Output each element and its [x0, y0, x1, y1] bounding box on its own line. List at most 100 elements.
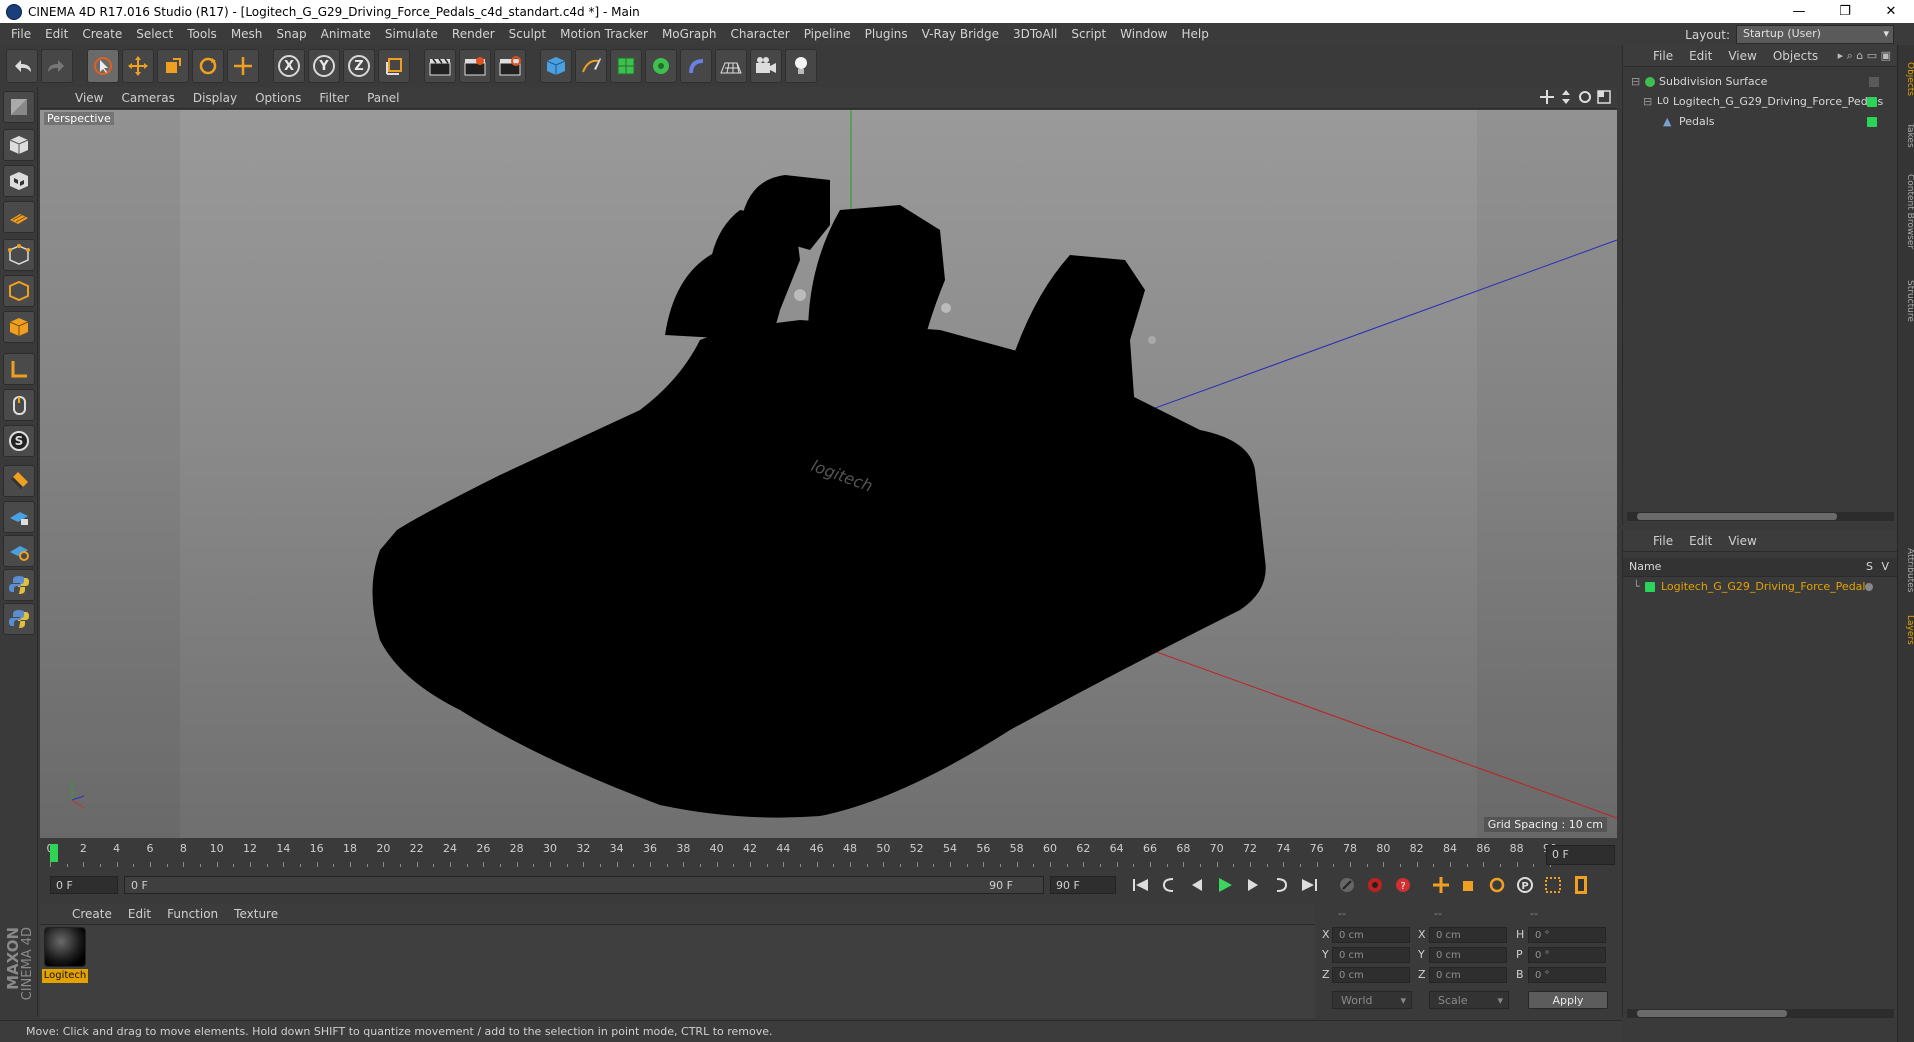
position-y-field[interactable]: 0 cm — [1332, 947, 1410, 963]
tab-layers[interactable]: Layers — [1898, 605, 1914, 655]
previous-key-button[interactable] — [1156, 873, 1182, 897]
tab-objects[interactable]: Objects — [1898, 49, 1914, 109]
viewport-menu-panel[interactable]: Panel — [358, 91, 408, 105]
position-x-field[interactable]: 0 cm — [1332, 927, 1410, 943]
rotation-h-field[interactable]: 0 ° — [1528, 927, 1606, 943]
python-script-button-1[interactable] — [3, 569, 35, 601]
layers-menu-view[interactable]: View — [1720, 534, 1764, 548]
key-position-button[interactable] — [1428, 873, 1454, 897]
add-light-button[interactable] — [785, 49, 817, 83]
menu-file[interactable]: File — [4, 27, 38, 41]
timeline-end-field[interactable]: 0 F — [1546, 845, 1615, 865]
axis-mode-button[interactable] — [3, 353, 35, 385]
menu-snap[interactable]: Snap — [269, 27, 313, 41]
layer-row[interactable]: └ Logitech_G_G29_Driving_Force_Pedals — [1623, 578, 1897, 596]
viewport-menu-view[interactable]: View — [66, 91, 112, 105]
playhead[interactable] — [50, 844, 58, 862]
x-axis-button[interactable]: X — [273, 49, 305, 83]
material-menu-texture[interactable]: Texture — [226, 907, 286, 921]
max-frame-field[interactable]: 90 F — [1050, 876, 1116, 894]
apply-button[interactable]: Apply — [1528, 991, 1608, 1009]
menu-sculpt[interactable]: Sculpt — [502, 27, 553, 41]
maximize-view-icon[interactable] — [1597, 90, 1611, 104]
solo-mode-button[interactable]: S — [3, 425, 35, 457]
menu-window[interactable]: Window — [1113, 27, 1174, 41]
texture-mode-button[interactable] — [3, 165, 35, 197]
scale-tool-button[interactable] — [157, 49, 189, 83]
menu-character[interactable]: Character — [723, 27, 796, 41]
record-keys-button[interactable] — [1334, 873, 1360, 897]
objects-horizontal-scrollbar[interactable] — [1627, 512, 1894, 521]
points-mode-button[interactable] — [3, 239, 35, 271]
viewport-menu-display[interactable]: Display — [184, 91, 246, 105]
rotation-b-field[interactable]: 0 ° — [1528, 967, 1606, 983]
add-floor-button[interactable] — [715, 49, 747, 83]
objects-menu-view[interactable]: View — [1720, 49, 1764, 63]
layers-menu-edit[interactable]: Edit — [1681, 534, 1720, 548]
next-frame-button[interactable] — [1240, 873, 1266, 897]
edges-mode-button[interactable] — [3, 275, 35, 307]
menu-plugins[interactable]: Plugins — [858, 27, 915, 41]
transform-tool-button[interactable] — [227, 49, 259, 83]
material-menu-function[interactable]: Function — [159, 907, 226, 921]
material-menu-edit[interactable]: Edit — [120, 907, 159, 921]
menu-motion-tracker[interactable]: Motion Tracker — [553, 27, 655, 41]
menu-simulate[interactable]: Simulate — [378, 27, 445, 41]
key-rotation-button[interactable] — [1484, 873, 1510, 897]
next-key-button[interactable] — [1268, 873, 1294, 897]
workplane-mode-button[interactable] — [3, 201, 35, 233]
viewport-menu-filter[interactable]: Filter — [310, 91, 358, 105]
add-cube-button[interactable] — [540, 49, 572, 83]
menu-render[interactable]: Render — [445, 27, 502, 41]
add-camera-button[interactable] — [750, 49, 782, 83]
play-button[interactable] — [1212, 873, 1238, 897]
tab-takes[interactable]: Takes — [1898, 115, 1914, 155]
menu-mesh[interactable]: Mesh — [224, 27, 270, 41]
tab-structure[interactable]: Structure — [1898, 271, 1914, 331]
solo-toggle[interactable] — [1865, 583, 1873, 591]
model-mode-button[interactable] — [3, 129, 35, 161]
timeline-window-button[interactable] — [1568, 873, 1594, 897]
layers-menu-file[interactable]: File — [1645, 534, 1681, 548]
layer-color-swatch[interactable] — [1645, 582, 1655, 592]
menu-create[interactable]: Create — [75, 27, 129, 41]
viewport-menu-options[interactable]: Options — [246, 91, 310, 105]
rotation-p-field[interactable]: 0 ° — [1528, 947, 1606, 963]
material-thumbnail[interactable] — [44, 927, 86, 967]
material-name-label[interactable]: Logitech — [42, 969, 88, 983]
menu-tools[interactable]: Tools — [180, 27, 224, 41]
rotate-tool-button[interactable] — [192, 49, 224, 83]
restore-button[interactable]: ❐ — [1822, 0, 1868, 23]
orbit-icon[interactable] — [1578, 90, 1592, 104]
tweak-mode-button[interactable] — [3, 389, 35, 421]
render-settings-button[interactable] — [494, 49, 526, 83]
perspective-viewport[interactable]: logitech Perspective Grid Spacing : 10 c… — [40, 110, 1617, 838]
coordinate-system-dropdown[interactable]: World — [1332, 991, 1412, 1009]
current-frame-field[interactable]: 0 F — [50, 876, 118, 894]
objects-menu-objects[interactable]: Objects — [1765, 49, 1826, 63]
menu-3dtoall[interactable]: 3DToAll — [1006, 27, 1064, 41]
z-axis-button[interactable]: Z — [343, 49, 375, 83]
timeline[interactable]: 0246810121416182022242628303234363840424… — [40, 840, 1617, 870]
go-to-end-button[interactable] — [1296, 873, 1322, 897]
material-menu-create[interactable]: Create — [64, 907, 120, 921]
workplane-lock-button[interactable] — [3, 501, 35, 533]
visibility-tag-icon[interactable] — [1867, 117, 1877, 127]
menu-edit[interactable]: Edit — [38, 27, 75, 41]
viewport-menu-cameras[interactable]: Cameras — [112, 91, 183, 105]
menu-vray-bridge[interactable]: V-Ray Bridge — [915, 27, 1006, 41]
size-y-field[interactable]: 0 cm — [1429, 947, 1507, 963]
objects-menu-file[interactable]: File — [1645, 49, 1681, 63]
python-script-button-2[interactable] — [3, 603, 35, 635]
layout-dropdown[interactable]: Startup (User) — [1736, 25, 1894, 44]
tab-content-browser[interactable]: Content Browser — [1898, 157, 1914, 267]
redo-button[interactable] — [41, 49, 73, 83]
tab-attributes[interactable]: Attributes — [1898, 535, 1914, 605]
render-picture-viewer-button[interactable] — [459, 49, 491, 83]
size-z-field[interactable]: 0 cm — [1429, 967, 1507, 983]
zoom-icon[interactable] — [1559, 90, 1573, 104]
undo-button[interactable] — [6, 49, 38, 83]
render-view-button[interactable] — [424, 49, 456, 83]
visibility-tag-icon[interactable] — [1867, 97, 1877, 107]
move-tool-button[interactable] — [122, 49, 154, 83]
